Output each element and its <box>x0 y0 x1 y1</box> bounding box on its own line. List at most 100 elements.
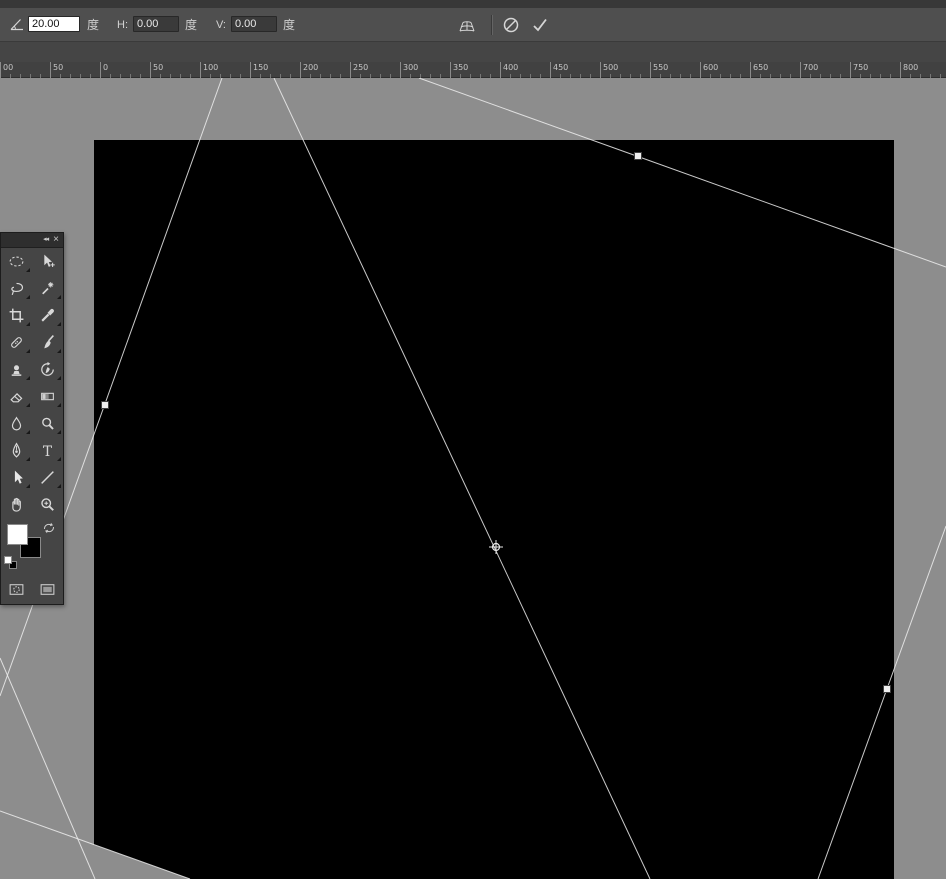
quick-mask-icon <box>8 581 25 598</box>
rotate-angle-icon <box>9 16 25 32</box>
history-brush-icon <box>39 361 56 378</box>
clone-stamp-tool[interactable] <box>1 356 32 383</box>
ruler-label: 0 <box>103 63 108 72</box>
hand-tool[interactable] <box>1 491 32 518</box>
close-panel-button[interactable]: × <box>53 235 59 245</box>
default-colors-icon[interactable] <box>4 556 19 571</box>
ruler-label: 100 <box>203 63 218 72</box>
ruler-label: 350 <box>453 63 468 72</box>
ruler-tick-major <box>0 62 1 78</box>
clone-stamp-icon <box>8 361 25 378</box>
palette-header: ◂◂ × <box>1 233 63 248</box>
ruler-label: 300 <box>403 63 418 72</box>
screen-mode-icon <box>39 581 56 598</box>
ruler-tick-major <box>350 62 351 78</box>
history-brush-tool[interactable] <box>32 356 63 383</box>
move-tool[interactable] <box>32 248 63 275</box>
ruler-tick-major <box>700 62 701 78</box>
collapse-panel-button[interactable]: ◂◂ <box>43 235 48 245</box>
foreground-color-swatch[interactable] <box>7 524 28 545</box>
ruler-label: 250 <box>353 63 368 72</box>
ruler-tick-major <box>400 62 401 78</box>
zoom-icon <box>39 496 56 513</box>
ruler-tick-major <box>850 62 851 78</box>
horizontal-ruler[interactable]: 0050050100150200250300350400450500550600… <box>0 42 946 78</box>
ruler-label: 00 <box>3 63 13 72</box>
ruler-tick-major <box>500 62 501 78</box>
transform-handle[interactable] <box>102 402 109 409</box>
quick-mask-button[interactable] <box>1 574 32 604</box>
cancel-transform-button[interactable] <box>499 13 523 37</box>
ruler-tick-major <box>200 62 201 78</box>
dodge-icon <box>39 415 56 432</box>
ruler-label: 150 <box>253 63 268 72</box>
ruler-label: 50 <box>153 63 163 72</box>
move-icon <box>39 253 56 270</box>
zoom-tool[interactable] <box>32 491 63 518</box>
ruler-label: 50 <box>53 63 63 72</box>
tool-palette: ◂◂ × T <box>0 232 64 605</box>
pen-icon <box>8 442 25 459</box>
ruler-label: 400 <box>503 63 518 72</box>
ruler-tick-major <box>750 62 751 78</box>
ruler-label: 550 <box>653 63 668 72</box>
commit-check-icon <box>531 16 549 34</box>
eraser-icon <box>8 388 25 405</box>
document-image[interactable] <box>94 140 894 879</box>
pen-tool[interactable] <box>1 437 32 464</box>
elliptical-marquee-tool[interactable] <box>1 248 32 275</box>
path-select-icon <box>8 469 25 486</box>
ruler-tick-major <box>650 62 651 78</box>
angle-unit-label: 度 <box>87 17 99 33</box>
lasso-tool[interactable] <box>1 275 32 302</box>
eraser-tool[interactable] <box>1 383 32 410</box>
transform-options-bar: 度 H: 度 V: 度 <box>0 8 946 42</box>
ruler-label: 450 <box>553 63 568 72</box>
ruler-tick-major <box>600 62 601 78</box>
document-scene[interactable] <box>0 78 946 879</box>
cancel-icon <box>502 16 520 34</box>
eyedropper-tool[interactable] <box>32 302 63 329</box>
brush-tool[interactable] <box>32 329 63 356</box>
warp-mode-button[interactable] <box>455 13 479 37</box>
smudge-tool[interactable] <box>1 410 32 437</box>
ruler-band[interactable]: 0050050100150200250300350400450500550600… <box>0 62 946 78</box>
transform-box-edge[interactable] <box>0 658 95 879</box>
eyedropper-icon <box>39 307 56 324</box>
options-separator <box>491 15 493 35</box>
hand-icon <box>8 496 25 513</box>
ruler-label: 500 <box>603 63 618 72</box>
commit-transform-button[interactable] <box>528 13 552 37</box>
ruler-tick-major <box>50 62 51 78</box>
ruler-label: 800 <box>903 63 918 72</box>
magic-wand-icon <box>39 280 56 297</box>
path-select-tool[interactable] <box>1 464 32 491</box>
ruler-tick-major <box>300 62 301 78</box>
h-skew-input[interactable] <box>133 16 179 32</box>
screen-mode-button[interactable] <box>32 574 63 604</box>
ruler-label: 650 <box>753 63 768 72</box>
v-skew-unit-label: 度 <box>283 17 295 33</box>
gradient-icon <box>39 388 56 405</box>
brush-icon <box>39 334 56 351</box>
transform-handle[interactable] <box>884 686 891 693</box>
transform-handle[interactable] <box>635 153 642 160</box>
type-icon: T <box>39 442 56 459</box>
magic-wand-tool[interactable] <box>32 275 63 302</box>
dodge-tool[interactable] <box>32 410 63 437</box>
v-skew-input[interactable] <box>231 16 277 32</box>
ruler-tick-major <box>450 62 451 78</box>
line-tool[interactable] <box>32 464 63 491</box>
crop-tool[interactable] <box>1 302 32 329</box>
swap-colors-icon[interactable] <box>42 521 56 535</box>
ruler-tick-major <box>250 62 251 78</box>
ruler-label: 750 <box>853 63 868 72</box>
rotation-angle-input[interactable] <box>28 16 80 32</box>
canvas-area[interactable] <box>0 78 946 879</box>
spot-healing-tool[interactable] <box>1 329 32 356</box>
type-tool[interactable]: T <box>32 437 63 464</box>
gradient-tool[interactable] <box>32 383 63 410</box>
h-skew-label: H: <box>117 17 128 33</box>
ruler-tick-major <box>800 62 801 78</box>
spot-healing-icon <box>8 334 25 351</box>
